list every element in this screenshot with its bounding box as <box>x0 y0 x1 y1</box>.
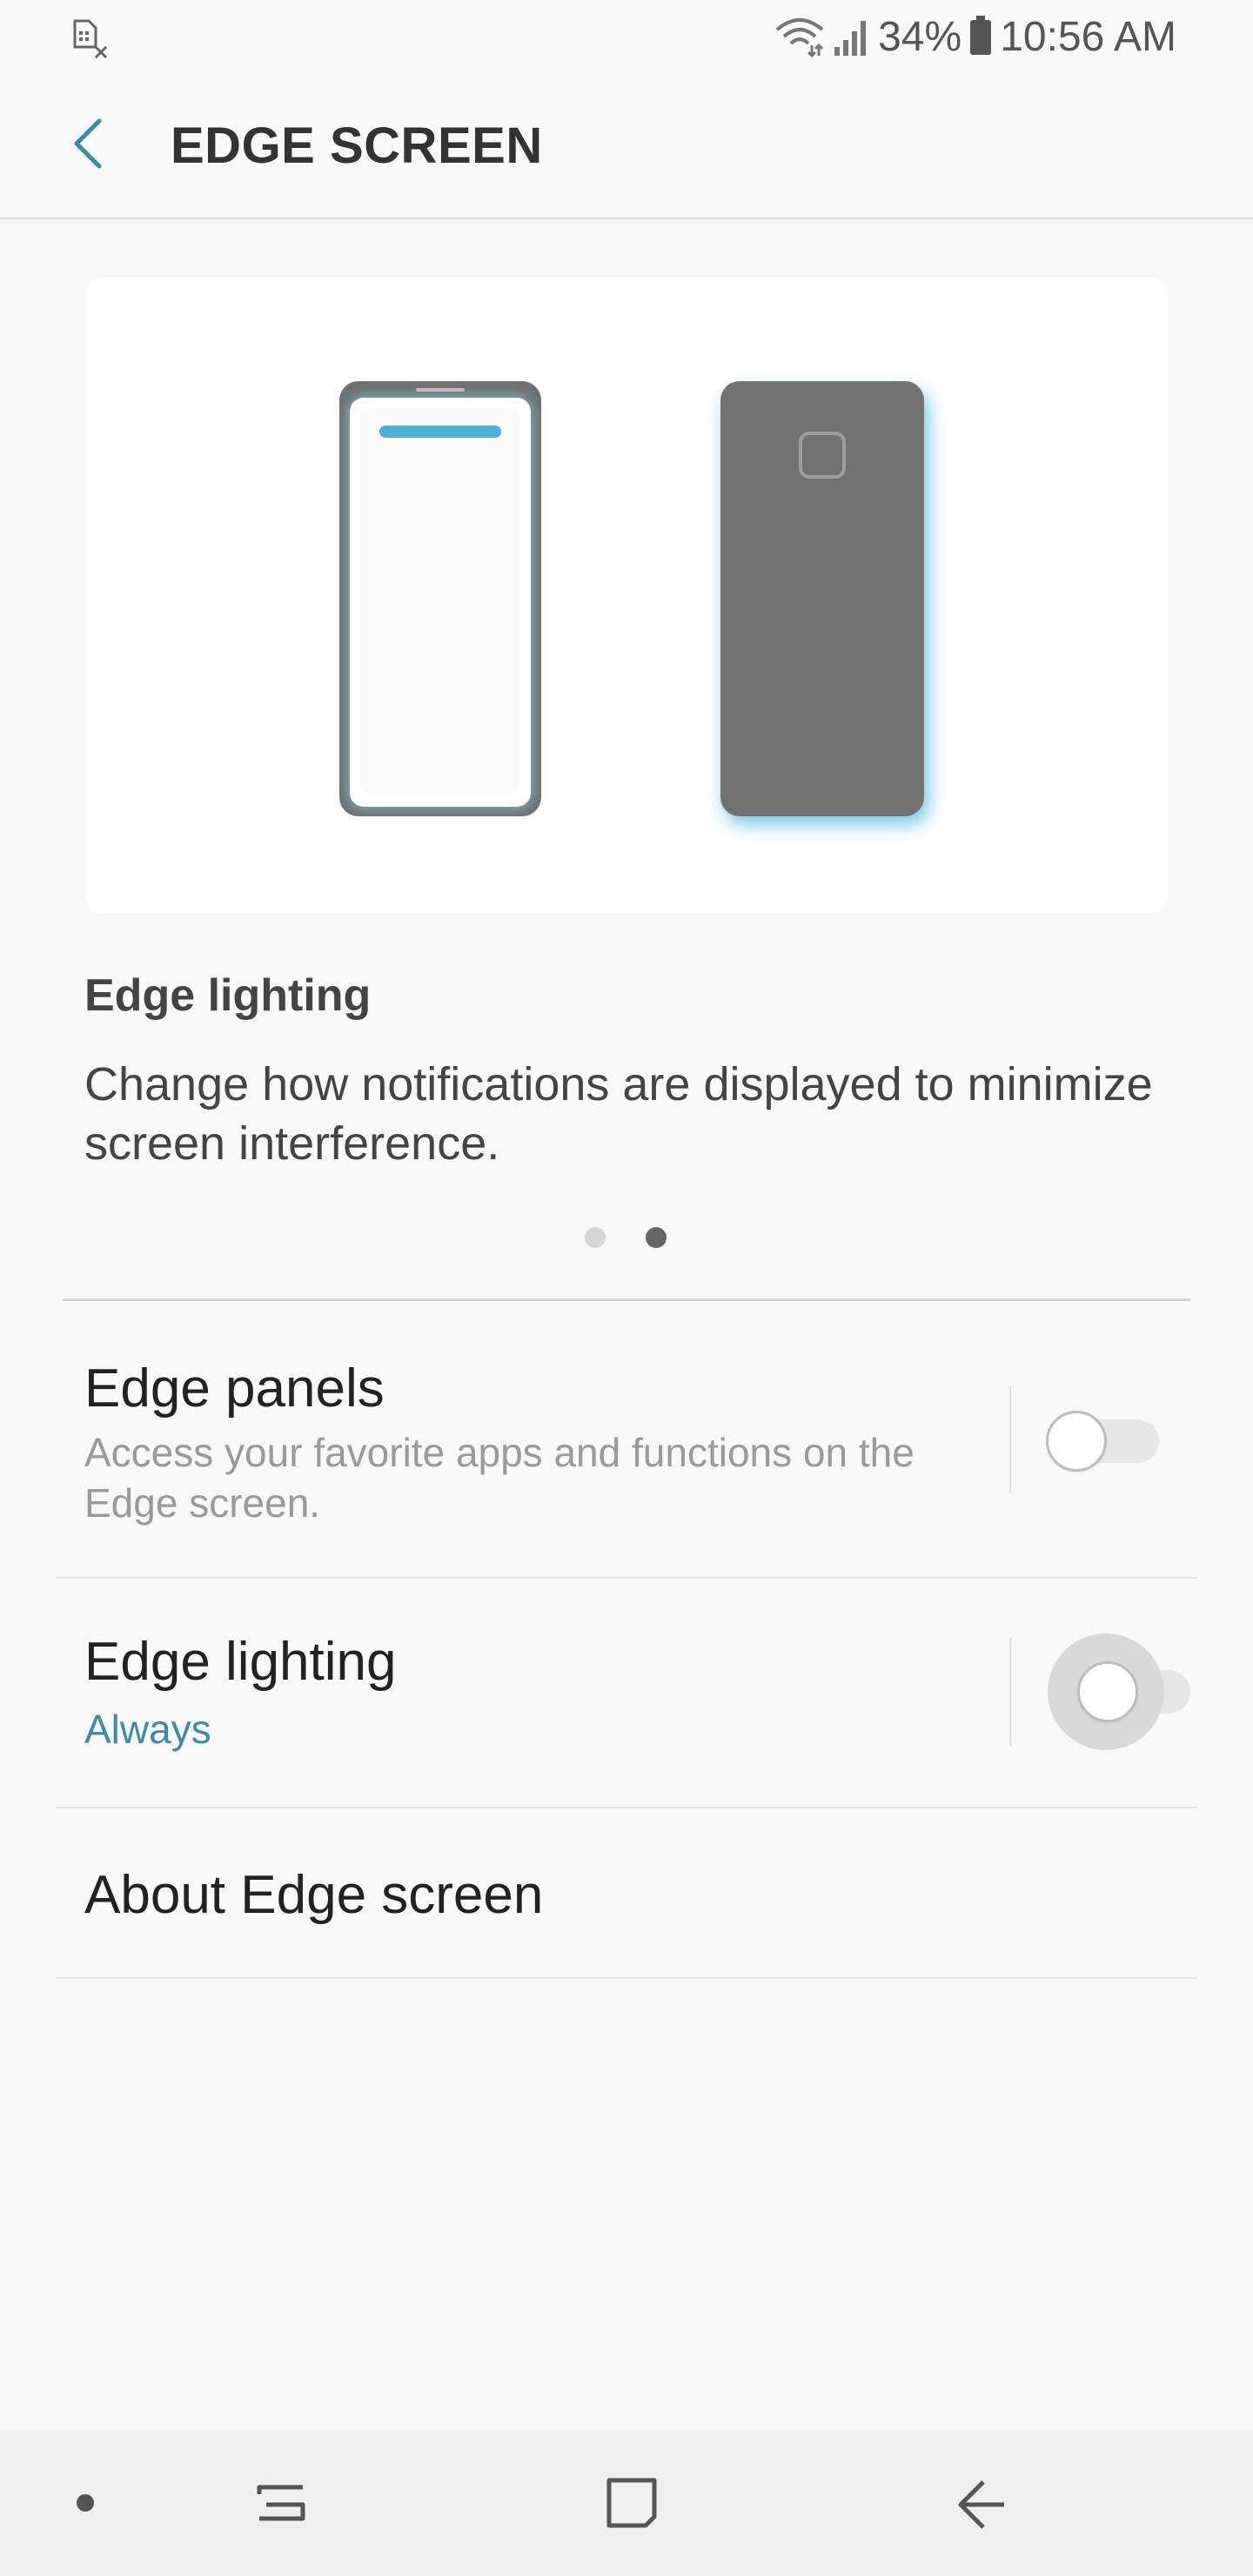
setting-about-edge-screen[interactable]: About Edge screen <box>56 1808 1197 1979</box>
home-icon <box>604 2475 660 2535</box>
edge-panels-switch[interactable] <box>1046 1411 1159 1472</box>
page-indicator <box>0 1227 1253 1253</box>
setting-title: Edge panels <box>84 1358 385 1419</box>
sim-card-off-icon <box>70 17 111 59</box>
vertical-divider <box>1009 1385 1011 1493</box>
navigation-bar <box>0 2430 1253 2576</box>
title-bar: EDGE SCREEN <box>0 73 1253 219</box>
setting-title: Edge lighting <box>84 1632 397 1692</box>
signal-icon <box>833 14 871 62</box>
back-icon <box>954 2475 1009 2535</box>
carousel-heading: Edge lighting <box>84 970 372 1021</box>
status-bar: 34% 10:56 AM <box>0 0 1253 73</box>
nav-dot-button[interactable] <box>44 2463 127 2546</box>
phone-front-illustration <box>339 381 541 816</box>
edge-lighting-illustration[interactable] <box>85 277 1168 914</box>
back-button[interactable] <box>52 108 122 183</box>
phone-back-illustration <box>720 381 929 825</box>
page-dot-1[interactable] <box>585 1227 606 1248</box>
back-arrow-icon <box>68 116 106 176</box>
edge-lighting-switch[interactable] <box>1048 1633 1190 1750</box>
switch-thumb <box>1077 1661 1138 1722</box>
battery-percent: 34% <box>878 14 962 60</box>
setting-summary: Always <box>84 1707 211 1752</box>
wifi-icon <box>774 14 826 62</box>
page-dot-2-active[interactable] <box>646 1227 667 1248</box>
clock: 10:56 AM <box>1000 14 1176 60</box>
battery-icon <box>968 15 993 61</box>
section-divider <box>63 1298 1190 1301</box>
dot-icon <box>75 2492 96 2518</box>
home-button[interactable] <box>590 2463 673 2546</box>
setting-summary: Access your favorite apps and functions … <box>84 1430 915 1526</box>
list-divider <box>56 1977 1197 1979</box>
nav-back-button[interactable] <box>940 2463 1023 2546</box>
carousel-description: Change how notifications are displayed t… <box>84 1058 1153 1170</box>
page-title: EDGE SCREEN <box>171 117 543 174</box>
vertical-divider <box>1009 1638 1011 1746</box>
setting-title: About Edge screen <box>84 1865 544 1925</box>
setting-edge-panels[interactable]: Edge panels Access your favorite apps an… <box>56 1305 1197 1579</box>
switch-thumb <box>1046 1411 1107 1472</box>
phones-illustration <box>339 381 929 825</box>
setting-edge-lighting[interactable]: Edge lighting Always <box>56 1579 1197 1808</box>
recents-icon <box>254 2475 310 2535</box>
recents-button[interactable] <box>240 2463 324 2546</box>
